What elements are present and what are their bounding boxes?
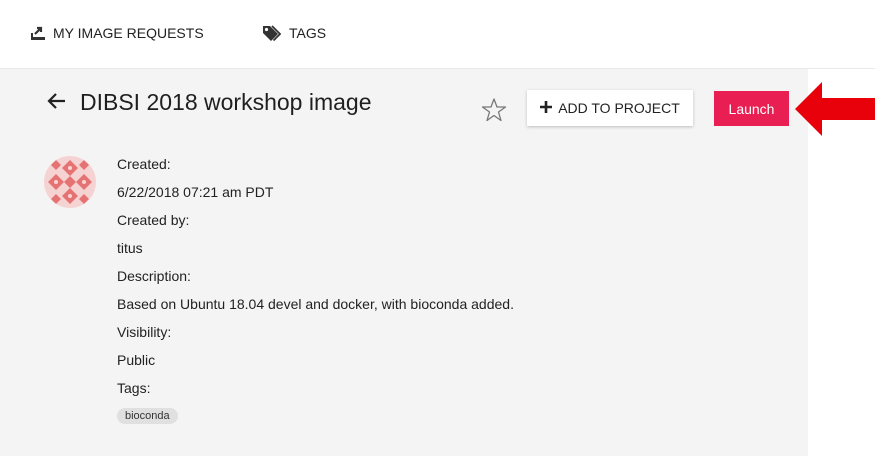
created-by-value: titus: [117, 240, 143, 256]
description-value: Based on Ubuntu 18.04 devel and docker, …: [117, 296, 514, 312]
tag-chip-bioconda[interactable]: bioconda: [117, 408, 178, 424]
created-by-label: Created by:: [117, 212, 190, 228]
plus-icon: [540, 100, 553, 116]
image-metadata: Created: 6/22/2018 07:21 am PDT Created …: [117, 154, 514, 424]
nav-my-image-requests[interactable]: MY IMAGE REQUESTS: [29, 22, 204, 44]
nav-my-image-requests-label: MY IMAGE REQUESTS: [53, 25, 204, 41]
add-to-project-label: ADD TO PROJECT: [558, 100, 680, 116]
tags-icon: [261, 24, 283, 42]
back-arrow-icon[interactable]: [46, 90, 68, 112]
description-label: Description:: [117, 268, 191, 284]
add-to-project-button[interactable]: ADD TO PROJECT: [527, 90, 693, 126]
tags-label: Tags:: [117, 380, 151, 396]
favorite-star-icon[interactable]: [480, 96, 508, 124]
created-value: 6/22/2018 07:21 am PDT: [117, 184, 274, 200]
nav-tags-label: TAGS: [289, 25, 327, 41]
upload-tray-icon: [29, 24, 47, 42]
nav-tags[interactable]: TAGS: [261, 22, 326, 44]
tag-list: bioconda: [117, 406, 514, 424]
created-label: Created:: [117, 156, 171, 172]
top-navigation-bar: MY IMAGE REQUESTS TAGS: [0, 0, 875, 69]
red-pointer-arrow-icon: [795, 82, 875, 136]
visibility-value: Public: [117, 352, 156, 368]
launch-button[interactable]: Launch: [714, 91, 789, 126]
page-title: DIBSI 2018 workshop image: [80, 89, 372, 115]
visibility-label: Visibility:: [117, 324, 172, 340]
avatar: [44, 156, 96, 208]
